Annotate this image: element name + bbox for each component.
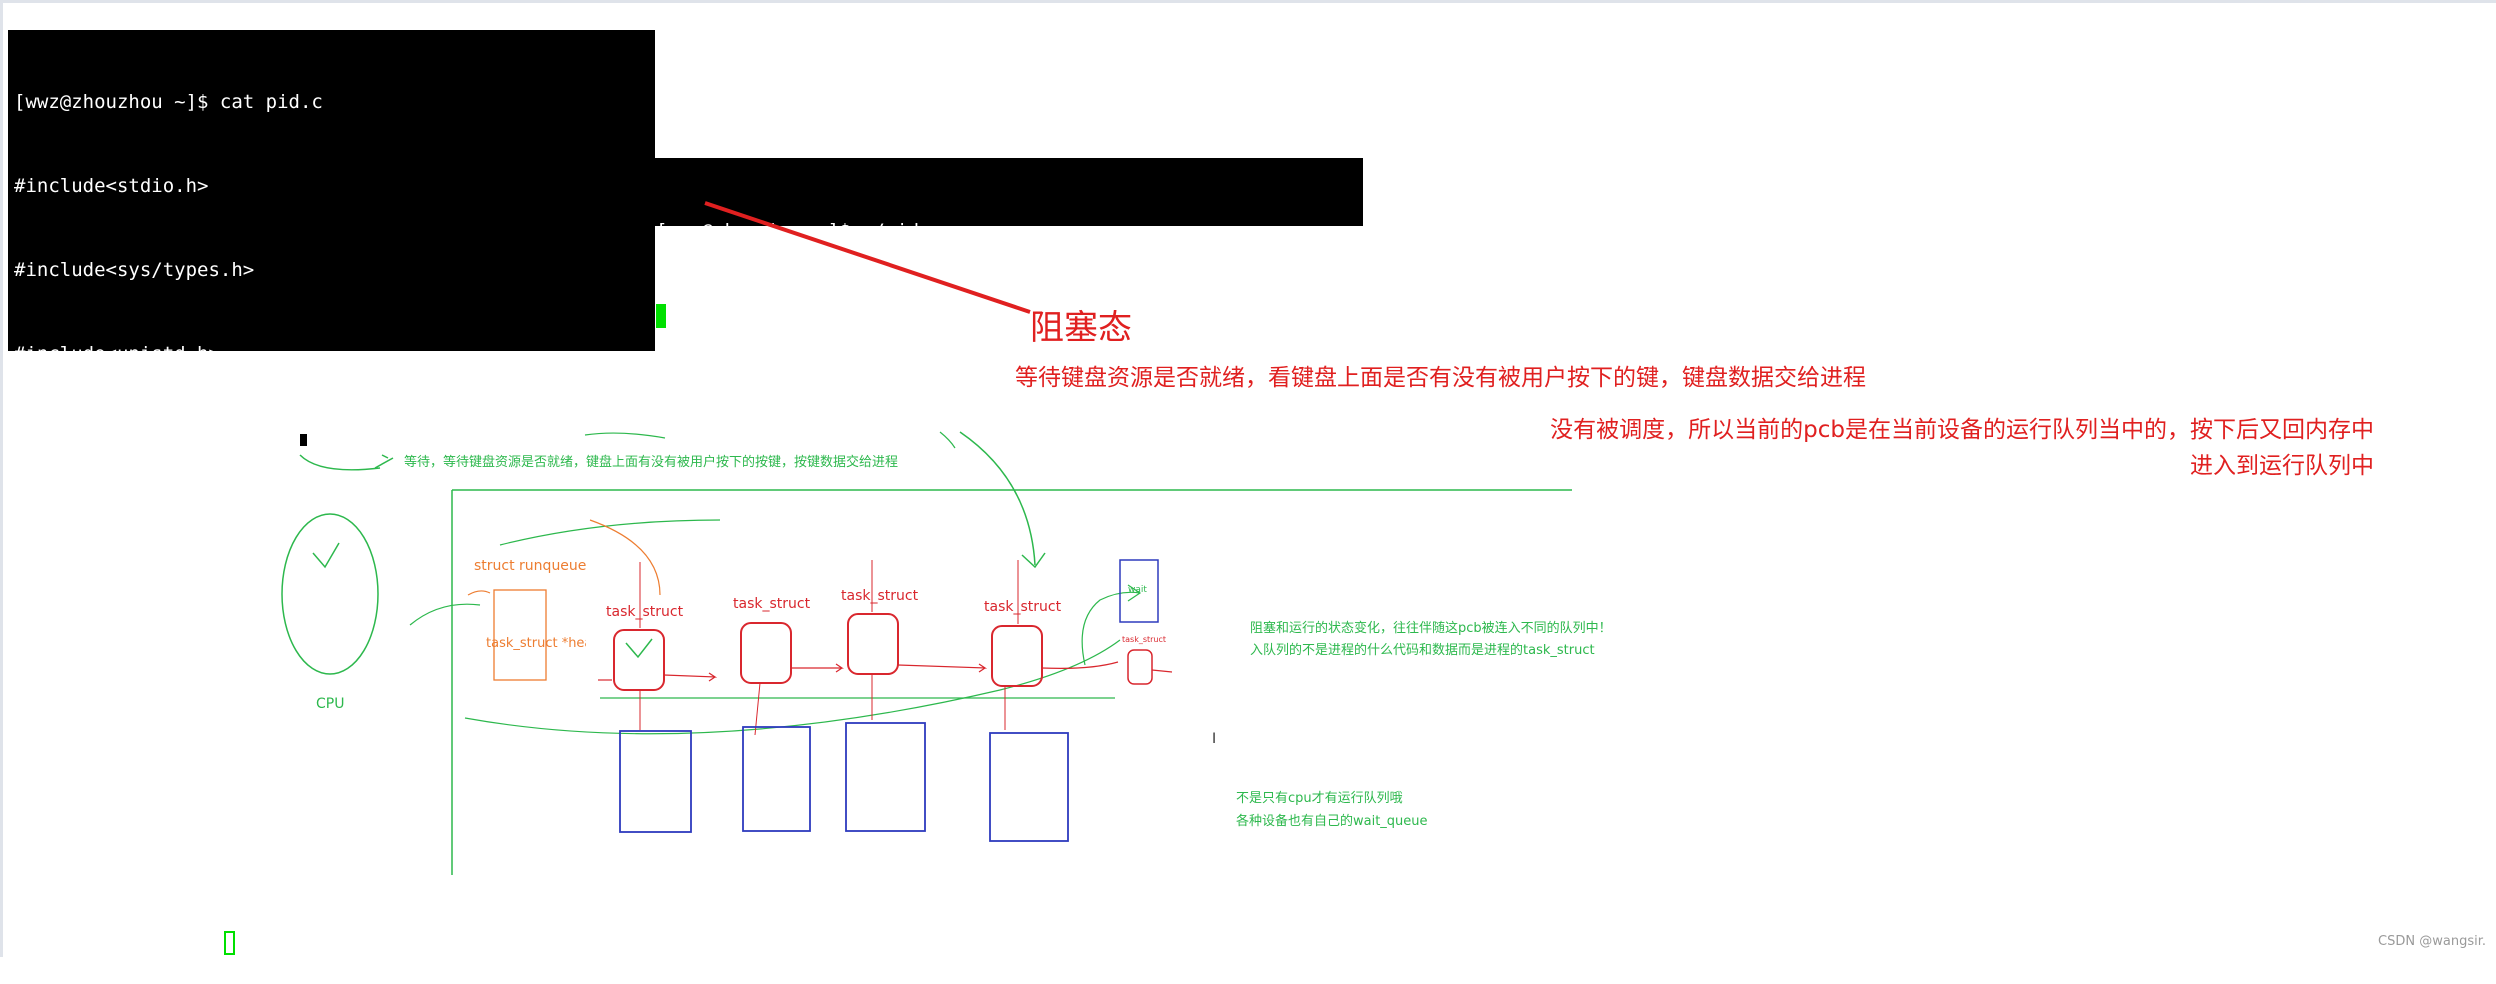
task-struct-box: [740, 622, 792, 684]
link-arrow: [791, 663, 844, 673]
task-struct-box: [991, 625, 1043, 687]
task-struct-box: [847, 613, 899, 675]
green-stroke: [299, 454, 381, 471]
checkmark-stroke: [312, 542, 340, 569]
scheduling-note-line-2: 进入到运行队列中: [2190, 453, 2374, 479]
watermark: CSDN @wangsir.: [2378, 934, 2486, 949]
green-stroke: [584, 432, 666, 439]
cpu-ellipse: [281, 513, 379, 675]
head-label-clip: task_struct *head: [486, 636, 601, 651]
note-queue-2: 各种设备也有自己的wait_queue: [1236, 813, 1428, 829]
task-struct-label: task_struct: [841, 588, 919, 604]
runqueue-label: struct runqueue: [474, 558, 586, 574]
top-note: 等待，等待键盘资源是否就绪，键盘上面有没有被用户按下的按键，按键数据交给进程: [404, 454, 898, 470]
green-stroke: [939, 431, 956, 449]
task-struct-label: task_struct: [984, 599, 1062, 615]
small-cursor-block: [300, 434, 307, 446]
task-struct-box: [613, 629, 665, 691]
wait-label: wait: [1128, 585, 1147, 595]
task-struct-label: task_struct: [733, 596, 811, 612]
code-data-box: [989, 732, 1069, 842]
code-data-box: [742, 726, 811, 832]
task-struct-label-small: task_struct: [1122, 635, 1166, 644]
orange-stroke: [589, 519, 661, 596]
green-arrow-stroke: [374, 454, 394, 469]
note-queue-1: 不是只有cpu才有运行队列哦: [1236, 791, 1403, 806]
green-stroke: [499, 519, 721, 546]
link-arrow: [663, 672, 718, 682]
link-arrow: [1151, 669, 1173, 673]
note-state-1: 阻塞和运行的状态变化，往往伴随这pcb被连入不同的队列中！: [1250, 620, 1612, 636]
green-stroke: [959, 431, 1036, 566]
annotation-pointer-line: [704, 201, 1031, 314]
head-label: task_struct *head: [486, 636, 601, 651]
code-data-box: [619, 730, 692, 833]
process-queue-diagram: 等待，等待键盘资源是否就绪，键盘上面有没有被用户按下的按键，按键数据交给进程 C…: [281, 201, 1612, 875]
code-data-box: [845, 722, 926, 832]
blocked-state-description: 等待键盘资源是否就绪，看键盘上面是否有没有被用户按下的键，键盘数据交给进程: [1015, 365, 1866, 391]
scheduling-note-line-1: 没有被调度，所以当前的pcb是在当前设备的运行队列当中的，按下后又回内存中: [1550, 417, 2374, 443]
note-state-2: 入队列的不是进程的什么代码和数据而是进程的task_struct: [1250, 642, 1595, 658]
task-struct-label: task_struct: [606, 604, 684, 620]
green-stroke: [409, 603, 481, 626]
cpu-label: CPU: [316, 696, 344, 712]
green-stroke: [1081, 591, 1141, 666]
task-struct-box-small: [1127, 649, 1153, 685]
orange-stroke: [467, 590, 491, 596]
head-pointer-box: [493, 589, 547, 681]
checkmark-stroke: [625, 638, 653, 659]
link-arrow: [897, 663, 988, 673]
blocked-state-title: 阻塞态: [1030, 308, 1132, 348]
text-cursor-icon: I: [1212, 731, 1216, 747]
